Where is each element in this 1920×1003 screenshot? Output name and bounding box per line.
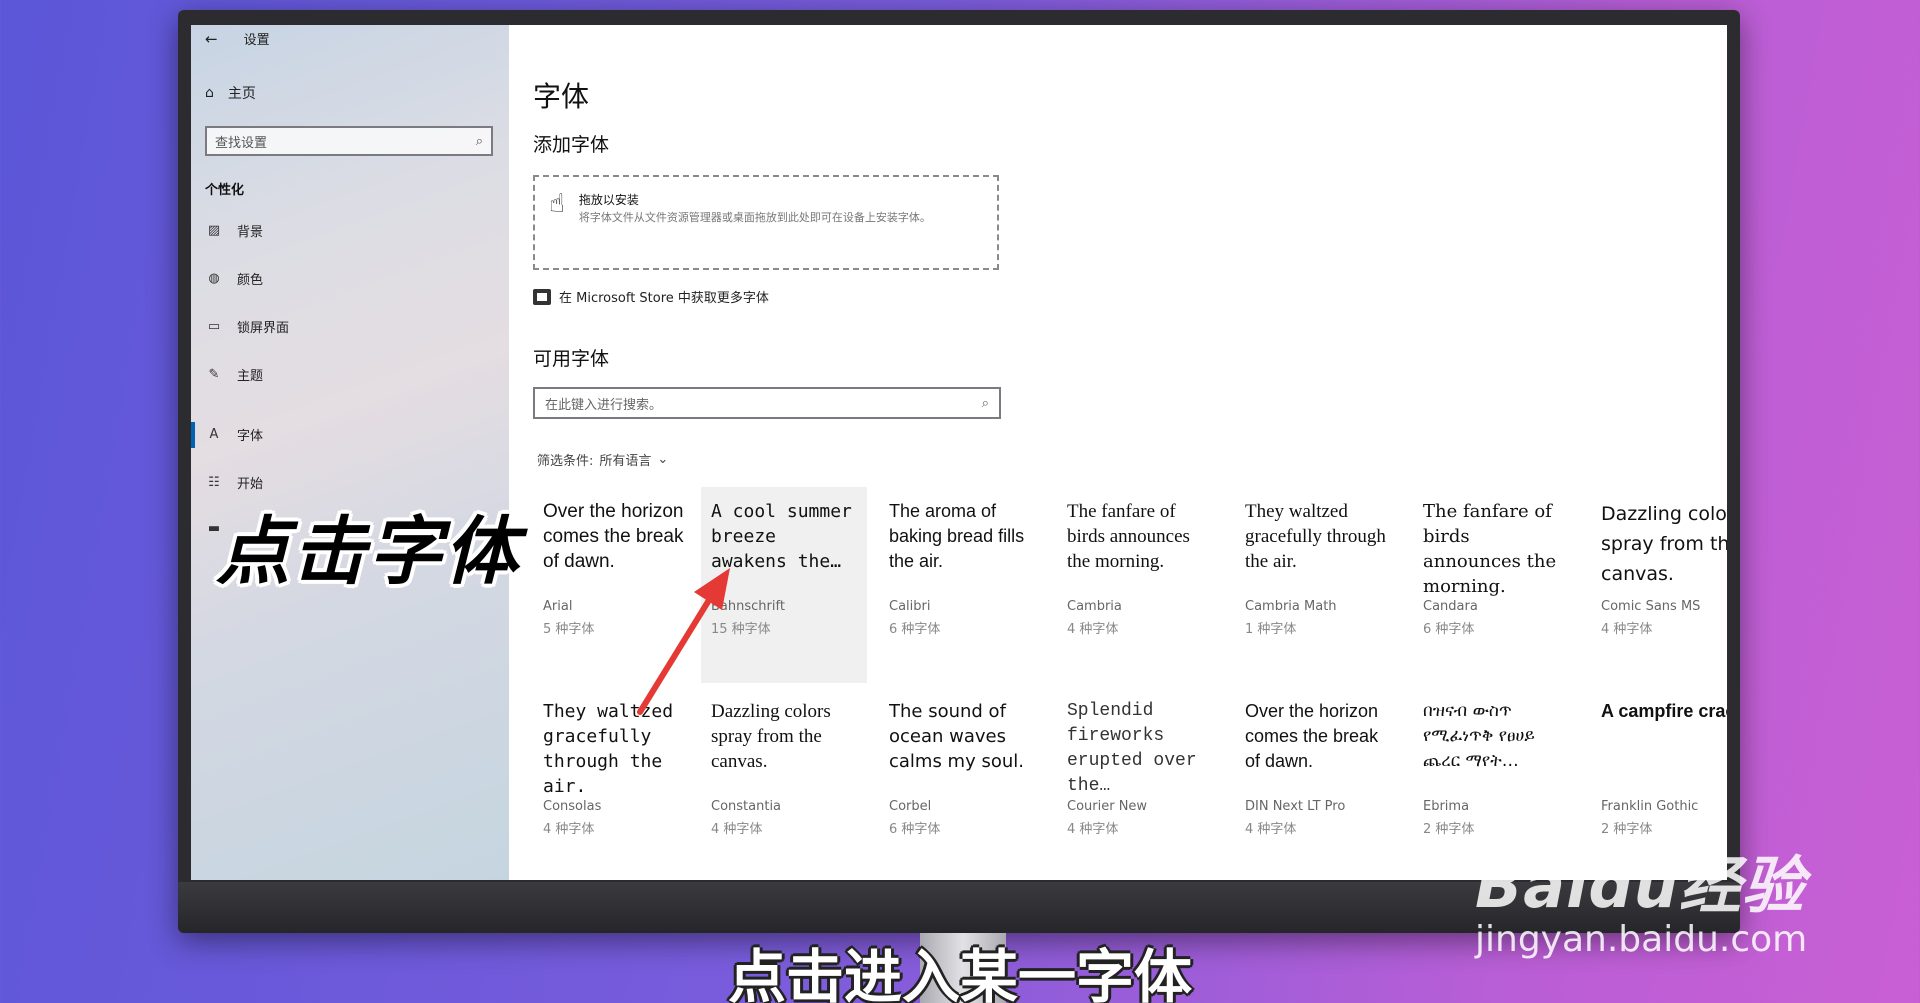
subtitle-caption: 点击进入某一字体: [727, 943, 1192, 1003]
watermark-logo: Baidu经验: [1475, 849, 1805, 922]
annotation-label: 点击字体: [216, 509, 520, 595]
arrow-head: [694, 568, 730, 610]
arrow-shaft: [637, 589, 717, 715]
